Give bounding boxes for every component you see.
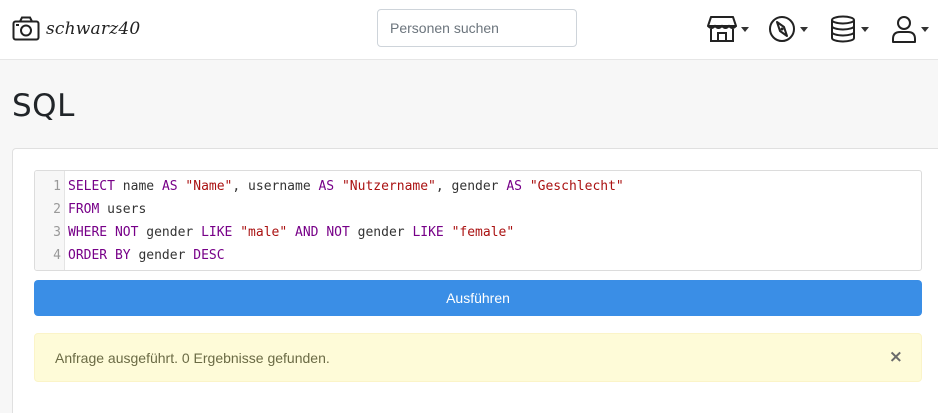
camera-icon — [12, 16, 40, 42]
sql-keyword: NOT — [114, 225, 139, 240]
sql-editor[interactable]: 1 SELECT name AS "Name", username AS "Nut… — [34, 170, 922, 271]
sql-text: , username — [232, 179, 319, 194]
code-line[interactable]: 2 FROM users — [35, 198, 921, 221]
sql-string: "Nutzername" — [341, 179, 436, 194]
sql-keyword: DESC — [193, 248, 225, 263]
sql-keyword: SELECT — [68, 179, 115, 194]
sql-keyword: AS — [318, 179, 335, 194]
sql-string: "Name" — [185, 179, 233, 194]
brand-name: schwarz40 — [46, 19, 141, 39]
line-number: 1 — [53, 179, 61, 194]
compass-menu[interactable] — [768, 12, 808, 46]
code-line[interactable]: 4 ORDER BY gender DESC — [35, 244, 921, 267]
code-text: WHERE NOT gender LIKE "male" AND NOT gen… — [68, 221, 514, 244]
navbar: schwarz40 — [0, 0, 938, 60]
user-icon — [891, 15, 917, 43]
compass-icon — [768, 15, 796, 43]
sql-keyword: WHERE — [68, 225, 108, 240]
run-query-button[interactable]: Ausführen — [34, 280, 922, 316]
sql-card: 1 SELECT name AS "Name", username AS "Nut… — [12, 148, 938, 413]
store-menu[interactable] — [707, 12, 749, 46]
close-icon[interactable]: × — [889, 347, 903, 367]
chevron-down-icon — [800, 26, 808, 32]
chevron-down-icon — [741, 26, 749, 32]
chevron-down-icon — [921, 26, 929, 32]
sql-text: gender — [138, 225, 202, 240]
code-text: FROM users — [68, 198, 146, 221]
user-menu[interactable] — [891, 12, 929, 46]
sql-text: gender — [349, 225, 413, 240]
line-number: 2 — [53, 202, 61, 217]
chevron-down-icon — [861, 26, 869, 32]
sql-text: users — [99, 202, 147, 217]
database-icon — [829, 15, 857, 43]
alert-message: Anfrage ausgeführt. 0 Ergebnisse gefunde… — [55, 350, 330, 366]
code-text: SELECT name AS "Name", username AS "Nutz… — [68, 175, 624, 198]
code-text: ORDER BY gender DESC — [68, 244, 225, 267]
sql-keyword: AS — [506, 179, 522, 194]
database-menu[interactable] — [829, 12, 869, 46]
sql-keyword: AS — [161, 179, 178, 194]
brand-link[interactable]: schwarz40 — [12, 13, 140, 45]
sql-text: gender — [130, 248, 194, 263]
sql-keyword: ORDER BY — [68, 248, 131, 263]
search-input[interactable] — [377, 9, 577, 47]
sql-string: "female" — [451, 225, 515, 240]
sql-string: "male" — [240, 225, 288, 240]
line-number: 3 — [53, 225, 61, 240]
code-line[interactable]: 1 SELECT name AS "Name", username AS "Nut… — [35, 175, 921, 198]
sql-keyword: AND — [295, 225, 319, 240]
sql-text: name — [114, 179, 162, 194]
store-icon — [707, 15, 737, 43]
sql-string: "Geschlecht" — [529, 179, 624, 194]
page-title: SQL — [12, 88, 75, 124]
sql-keyword: LIKE — [201, 225, 233, 240]
sql-keyword: LIKE — [412, 225, 444, 240]
sql-text: , gender — [435, 179, 507, 194]
result-alert: Anfrage ausgeführt. 0 Ergebnisse gefunde… — [34, 333, 922, 382]
sql-keyword: NOT — [326, 225, 350, 240]
line-number: 4 — [53, 248, 61, 263]
sql-keyword: FROM — [68, 202, 100, 217]
code-line[interactable]: 3 WHERE NOT gender LIKE "male" AND NOT ge… — [35, 221, 921, 244]
